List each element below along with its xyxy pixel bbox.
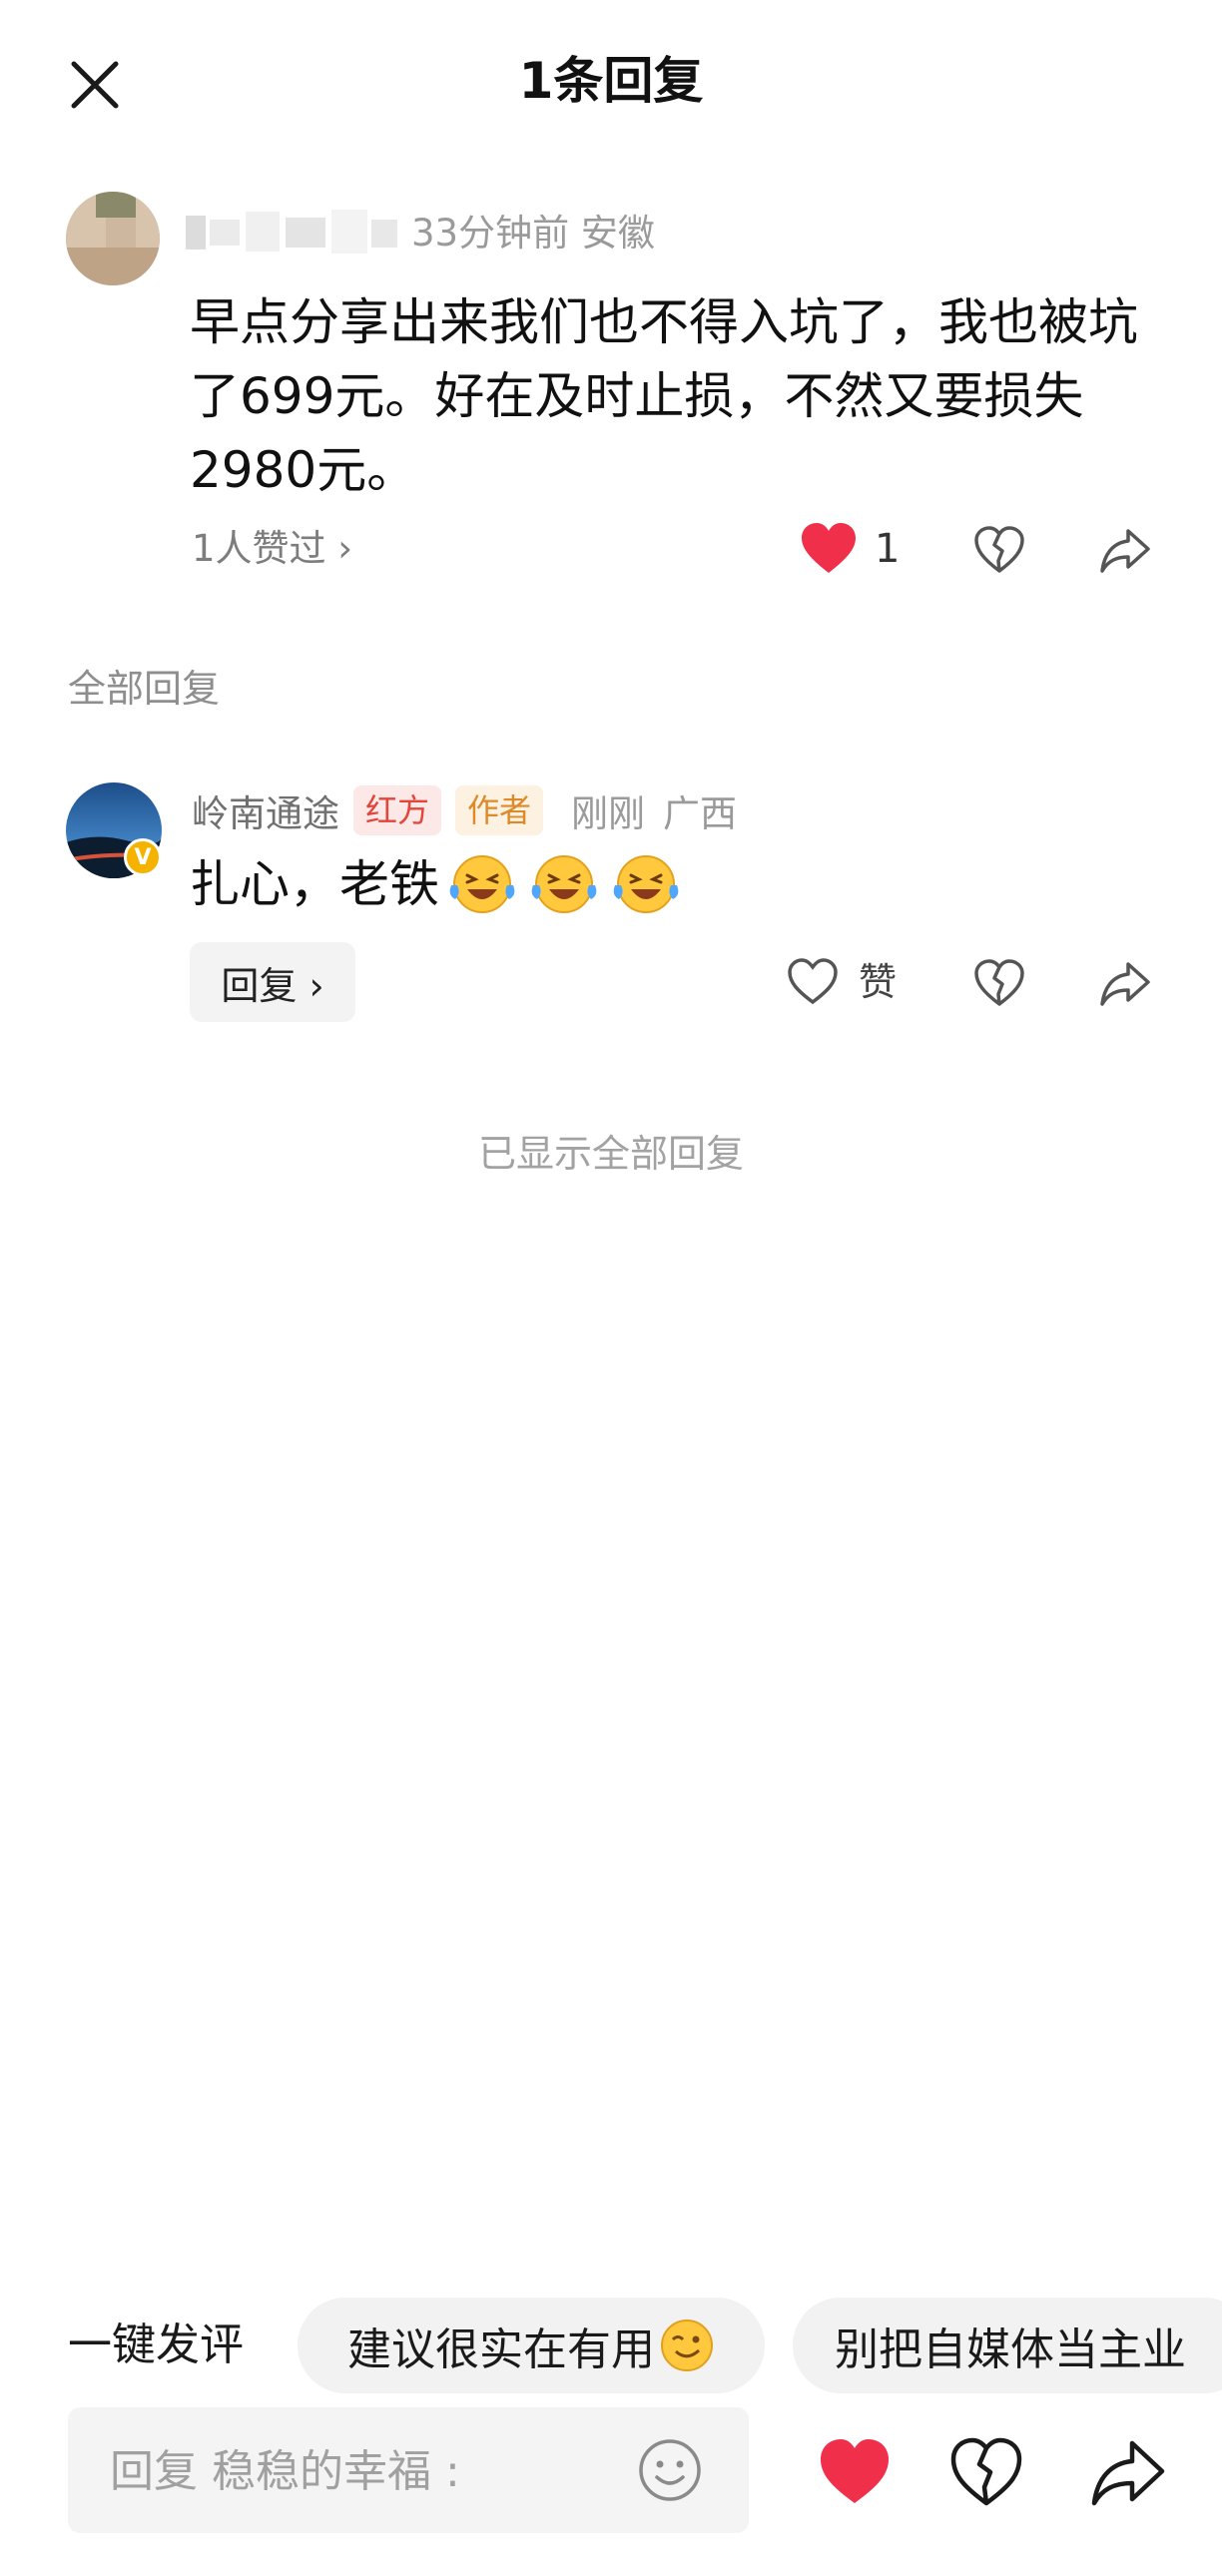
laughing-tears-emoji-icon	[531, 855, 597, 913]
blurred-username	[186, 206, 397, 258]
reply-avatar[interactable]: V	[66, 782, 162, 878]
reply-input-box[interactable]	[68, 2407, 749, 2535]
bottom-dislike-button[interactable]	[948, 2435, 1024, 2511]
avatar[interactable]	[66, 192, 160, 285]
reply-like-button[interactable]	[787, 958, 839, 1006]
reply-content: 扎心，老铁	[190, 848, 685, 920]
emoji-picker-button[interactable]	[637, 2437, 703, 2503]
broken-heart-icon	[950, 2437, 1022, 2506]
bottom-like-button[interactable]	[817, 2435, 893, 2511]
reply-header: 岭南通途 红方 作者 刚刚 广西	[192, 780, 737, 840]
heart-filled-icon	[802, 523, 856, 573]
reply-dislike-button[interactable]	[972, 958, 1026, 1008]
quick-comment-label: 一键发评	[68, 2319, 244, 2370]
team-tag: 红方	[353, 785, 442, 835]
smiley-icon	[639, 2439, 701, 2501]
heart-outline-icon	[788, 958, 838, 1005]
like-button[interactable]	[799, 521, 859, 577]
reply-share-button[interactable]	[1098, 958, 1152, 1008]
share-icon	[1100, 529, 1150, 573]
share-button[interactable]	[1098, 525, 1152, 575]
laughing-tears-emoji-icon	[449, 855, 515, 913]
dislike-button[interactable]	[972, 525, 1026, 575]
reply-username[interactable]: 岭南通途	[192, 783, 339, 837]
likers-link[interactable]: 1人赞过 ›	[192, 519, 352, 579]
verified-badge: V	[124, 838, 162, 876]
share-icon	[1091, 2440, 1165, 2506]
comment-text: 早点分享出来我们也不得入坑了，我也被坑了699元。好在及时止损，不然又要损失29…	[190, 293, 1138, 499]
section-label-all-replies: 全部回复	[68, 667, 221, 711]
broken-heart-icon	[974, 526, 1024, 573]
reply-text: 扎心，老铁	[190, 855, 439, 913]
broken-heart-icon	[974, 959, 1024, 1006]
comment-time-location: 33分钟前 安徽	[411, 212, 655, 255]
like-count: 1	[875, 526, 901, 572]
reply-like-label[interactable]: 赞	[859, 956, 897, 1008]
quick-comment-chip[interactable]: 建议很实在有用	[298, 2298, 765, 2393]
share-icon	[1100, 962, 1150, 1006]
reply-location: 广西	[663, 792, 738, 835]
laughing-tears-emoji-icon	[613, 855, 679, 913]
author-tag: 作者	[455, 785, 544, 835]
reply-input[interactable]	[108, 2407, 651, 2535]
emoji-row	[443, 851, 685, 917]
heart-filled-icon	[821, 2439, 889, 2503]
all-replies-shown-note: 已显示全部回复	[477, 1132, 744, 1176]
quick-comment-chip[interactable]: 别把自媒体当主业	[793, 2298, 1222, 2393]
reply-button[interactable]: 回复 ›	[190, 942, 355, 1022]
page-title: 1条回复	[518, 52, 704, 110]
bottom-share-button[interactable]	[1090, 2435, 1166, 2511]
reply-time: 刚刚	[571, 792, 646, 835]
wink-emoji-icon	[661, 2319, 713, 2371]
